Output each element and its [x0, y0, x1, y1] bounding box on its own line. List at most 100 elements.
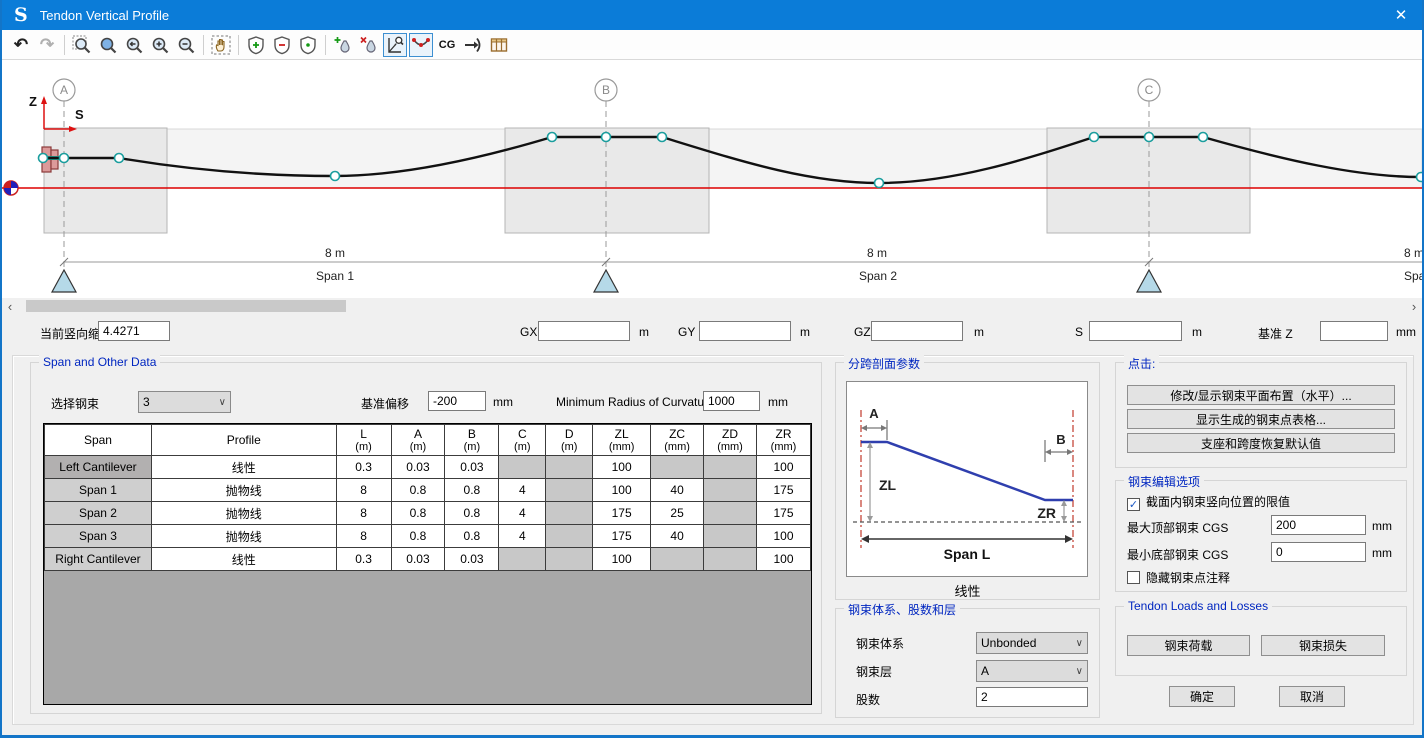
tendon-node[interactable]: [1090, 133, 1099, 142]
min-radius-input[interactable]: [703, 391, 760, 411]
limit-checkbox-row[interactable]: ✓截面内钢束竖向位置的限值: [1127, 493, 1290, 511]
cell[interactable]: 0.3: [336, 548, 391, 571]
scroll-left-button[interactable]: ‹: [2, 298, 18, 314]
profile-canvas[interactable]: 8 m 8 m 8 m Span 1 Span 2 Span 3 Z S: [2, 60, 1422, 298]
cell[interactable]: 0.8: [445, 502, 499, 525]
cell[interactable]: 100: [756, 456, 810, 479]
min-bottom-cgs-input[interactable]: [1271, 542, 1366, 562]
tendon-node[interactable]: [331, 172, 340, 181]
tendon-node[interactable]: [60, 154, 69, 163]
cell[interactable]: 40: [651, 525, 704, 548]
row-header[interactable]: Span 2: [45, 502, 152, 525]
close-button[interactable]: ✕: [1378, 0, 1424, 30]
cell[interactable]: 100: [593, 548, 651, 571]
cell[interactable]: 4: [499, 502, 546, 525]
jump-to-button[interactable]: [461, 33, 485, 57]
row-header[interactable]: Span 1: [45, 479, 152, 502]
cancel-button[interactable]: 取消: [1279, 686, 1345, 707]
zoom-objects-button[interactable]: [96, 33, 120, 57]
cell[interactable]: 0.8: [391, 479, 445, 502]
limit-checkbox[interactable]: ✓: [1127, 498, 1140, 511]
tendon-points-button[interactable]: [409, 33, 433, 57]
cell-profile[interactable]: 线性: [151, 456, 336, 479]
max-top-cgs-input[interactable]: [1271, 515, 1366, 535]
cell[interactable]: 0.03: [445, 456, 499, 479]
cell[interactable]: 25: [651, 502, 704, 525]
cell[interactable]: 0.8: [391, 502, 445, 525]
datum-z-input[interactable]: [1320, 321, 1388, 341]
delete-point-button[interactable]: [357, 33, 381, 57]
cell[interactable]: 100: [593, 479, 651, 502]
cell[interactable]: 175: [756, 502, 810, 525]
cell[interactable]: 175: [756, 479, 810, 502]
modify-layout-button[interactable]: 修改/显示钢束平面布置（水平）...: [1127, 385, 1395, 405]
show-points-table-button[interactable]: 显示生成的钢束点表格...: [1127, 409, 1395, 429]
zoom-out-button[interactable]: [174, 33, 198, 57]
cell[interactable]: 8: [336, 525, 391, 548]
cell[interactable]: 0.8: [445, 479, 499, 502]
cell[interactable]: 100: [756, 525, 810, 548]
hide-notes-checkbox[interactable]: [1127, 571, 1140, 584]
row-header[interactable]: Right Cantilever: [45, 548, 152, 571]
cell[interactable]: 175: [593, 502, 651, 525]
gx-input[interactable]: [538, 321, 630, 341]
tendon-node[interactable]: [875, 179, 884, 188]
cell[interactable]: 100: [756, 548, 810, 571]
tendon-node[interactable]: [1145, 133, 1154, 142]
horizontal-scrollbar[interactable]: ‹ ›: [2, 298, 1422, 314]
cell-profile[interactable]: 抛物线: [151, 502, 336, 525]
vertical-scale-input[interactable]: [98, 321, 170, 341]
cell[interactable]: 175: [593, 525, 651, 548]
cell[interactable]: 0.8: [445, 525, 499, 548]
tendon-node[interactable]: [1417, 173, 1423, 182]
tendon-node[interactable]: [39, 154, 48, 163]
tendon-layer-combo[interactable]: A ∨: [976, 660, 1088, 682]
table-view-button[interactable]: [487, 33, 511, 57]
cg-button[interactable]: CG: [435, 33, 459, 57]
pan-button[interactable]: [209, 33, 233, 57]
cell[interactable]: 0.3: [336, 456, 391, 479]
hide-notes-checkbox-row[interactable]: 隐藏钢束点注释: [1127, 569, 1230, 586]
profile-view-button[interactable]: [383, 33, 407, 57]
add-point-button[interactable]: [331, 33, 355, 57]
cell[interactable]: 40: [651, 479, 704, 502]
titlebar[interactable]: S Tendon Vertical Profile ✕: [0, 0, 1424, 30]
redo-button[interactable]: ↷: [35, 33, 59, 57]
cell[interactable]: 0.03: [445, 548, 499, 571]
tendon-node[interactable]: [658, 133, 667, 142]
cell-profile[interactable]: 抛物线: [151, 525, 336, 548]
show-guard-button[interactable]: [296, 33, 320, 57]
span-table[interactable]: Span Profile L(m) A(m) B(m) C(m) D(m) ZL…: [43, 423, 812, 705]
zoom-in-button[interactable]: [148, 33, 172, 57]
cell[interactable]: 100: [593, 456, 651, 479]
row-header[interactable]: Left Cantilever: [45, 456, 152, 479]
cell[interactable]: 8: [336, 479, 391, 502]
tendon-node[interactable]: [1199, 133, 1208, 142]
scroll-right-button[interactable]: ›: [1406, 298, 1422, 314]
tendon-system-combo[interactable]: Unbonded ∨: [976, 632, 1088, 654]
select-tendon-combo[interactable]: 3 ∨: [138, 391, 231, 413]
tendon-node[interactable]: [602, 133, 611, 142]
remove-guard-button[interactable]: [270, 33, 294, 57]
strands-input[interactable]: [976, 687, 1088, 707]
row-header[interactable]: Span 3: [45, 525, 152, 548]
restore-defaults-button[interactable]: 支座和跨度恢复默认值: [1127, 433, 1395, 453]
cell[interactable]: 0.8: [391, 525, 445, 548]
add-guard-button[interactable]: [244, 33, 268, 57]
cell-profile[interactable]: 线性: [151, 548, 336, 571]
tendon-node[interactable]: [115, 154, 124, 163]
cell-profile[interactable]: 抛物线: [151, 479, 336, 502]
cell[interactable]: 4: [499, 479, 546, 502]
ok-button[interactable]: 确定: [1169, 686, 1235, 707]
scrollbar-thumb[interactable]: [26, 300, 346, 312]
zoom-previous-button[interactable]: [122, 33, 146, 57]
tendon-node[interactable]: [548, 133, 557, 142]
datum-offset-input[interactable]: [428, 391, 486, 411]
gz-input[interactable]: [871, 321, 963, 341]
cell[interactable]: 4: [499, 525, 546, 548]
tendon-loads-button[interactable]: 钢束荷载: [1127, 635, 1250, 656]
cell[interactable]: 8: [336, 502, 391, 525]
zoom-window-button[interactable]: [70, 33, 94, 57]
cell[interactable]: 0.03: [391, 548, 445, 571]
cell[interactable]: 0.03: [391, 456, 445, 479]
